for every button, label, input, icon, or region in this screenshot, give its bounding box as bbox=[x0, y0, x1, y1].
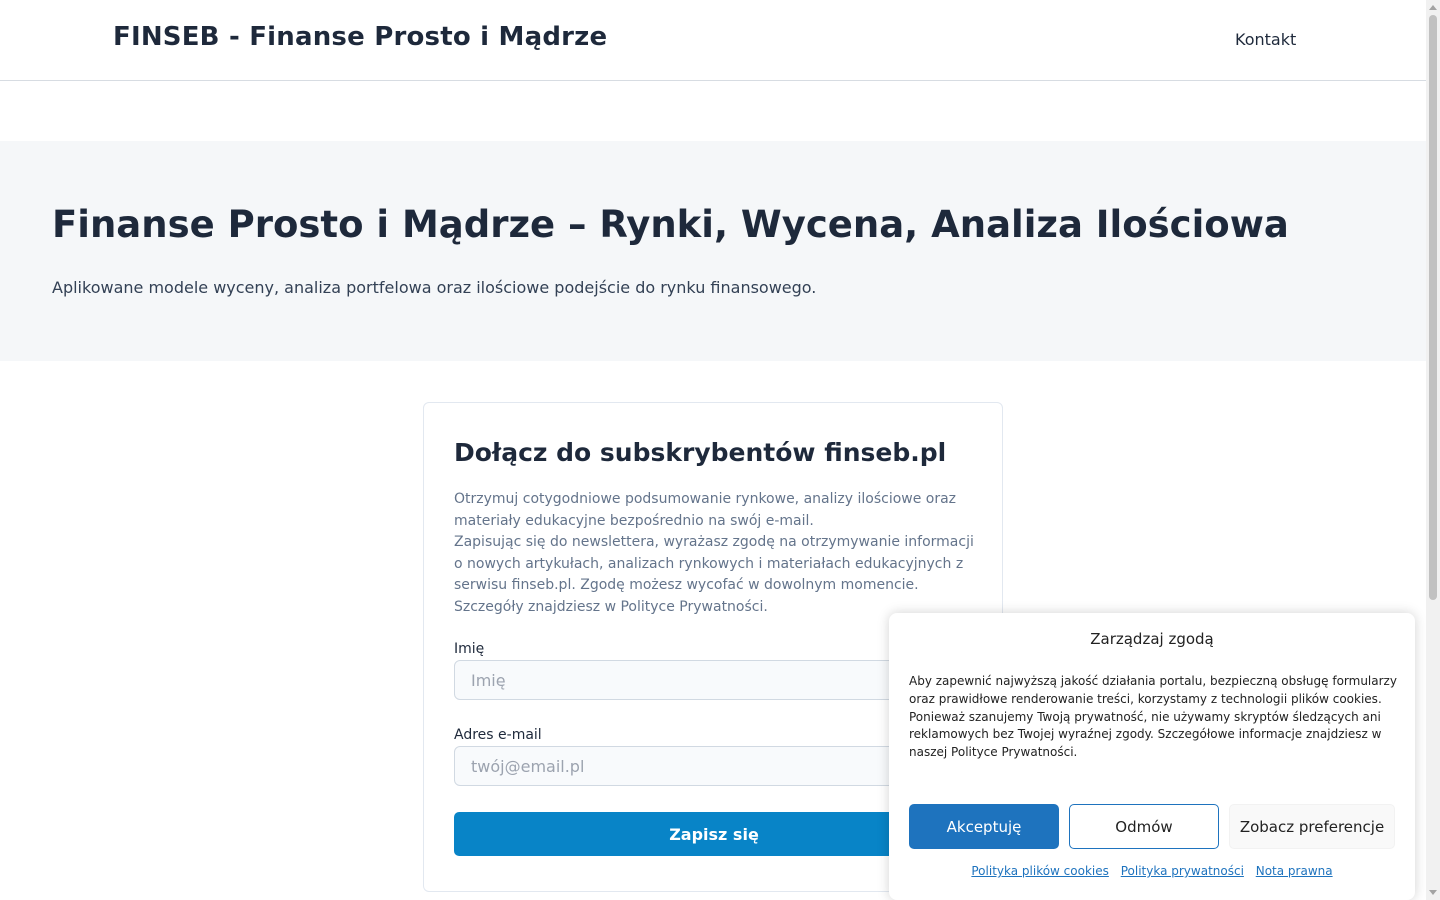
cookie-consent-dialog: Zarządzaj zgodą Aby zapewnić najwyższą j… bbox=[889, 613, 1415, 900]
scrollbar-thumb[interactable] bbox=[1429, 15, 1437, 600]
email-label: Adres e-mail bbox=[454, 727, 542, 743]
preferences-button[interactable]: Zobacz preferencje bbox=[1229, 804, 1395, 849]
cookies-policy-link[interactable]: Polityka plików cookies bbox=[971, 864, 1109, 878]
site-header: FINSEB - Finanse Prosto i Mądrze Kontakt bbox=[0, 0, 1426, 81]
scroll-down-arrow-icon[interactable] bbox=[1429, 890, 1437, 895]
site-title[interactable]: FINSEB - Finanse Prosto i Mądrze bbox=[113, 22, 607, 52]
subscribe-title: Dołącz do subskrybentów finseb.pl bbox=[454, 438, 947, 467]
page-scrollbar[interactable] bbox=[1426, 0, 1440, 900]
scroll-up-arrow-icon[interactable] bbox=[1429, 5, 1437, 10]
nav-link-contact[interactable]: Kontakt bbox=[1235, 30, 1296, 49]
legal-note-link[interactable]: Nota prawna bbox=[1256, 864, 1333, 878]
accept-button[interactable]: Akceptuję bbox=[909, 804, 1059, 849]
hero-section: Finanse Prosto i Mądrze – Rynki, Wycena,… bbox=[0, 141, 1426, 361]
consent-title: Zarządzaj zgodą bbox=[1090, 630, 1214, 648]
subscribe-description: Otrzymuj cotygodniowe podsumowanie rynko… bbox=[454, 489, 979, 619]
hero-title: Finanse Prosto i Mądrze – Rynki, Wycena,… bbox=[52, 203, 1289, 246]
hero-subtitle: Aplikowane modele wyceny, analiza portfe… bbox=[52, 278, 817, 297]
subscribe-desc-line-1: Otrzymuj cotygodniowe podsumowanie rynko… bbox=[454, 491, 957, 529]
deny-button[interactable]: Odmów bbox=[1069, 804, 1219, 849]
name-label: Imię bbox=[454, 641, 485, 657]
subscribe-desc-line-2: Zapisując się do newslettera, wyrażasz z… bbox=[454, 534, 974, 615]
consent-text: Aby zapewnić najwyższą jakość działania … bbox=[909, 674, 1397, 760]
consent-links: Polityka plików cookies Polityka prywatn… bbox=[889, 864, 1415, 878]
privacy-policy-link[interactable]: Polityka prywatności bbox=[1121, 864, 1244, 878]
